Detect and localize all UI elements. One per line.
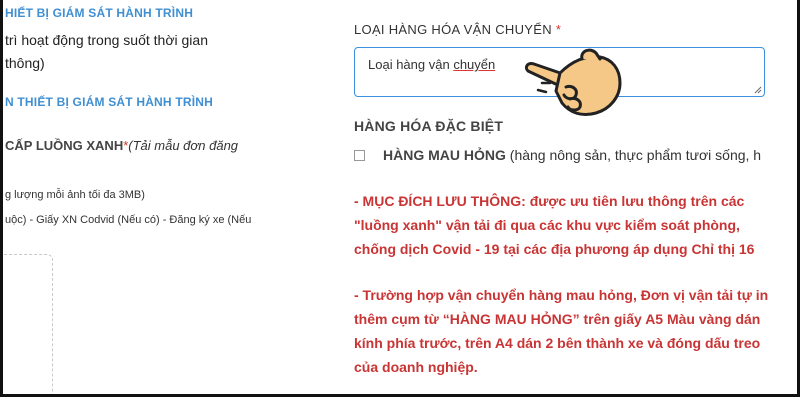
cargo-value-text: Loại hàng vận (368, 57, 450, 72)
section-heading-tracking-device-image: N THIẾT BỊ GIÁM SÁT HÀNH TRÌNH (5, 95, 213, 109)
resize-handle-icon[interactable] (754, 86, 762, 94)
section-heading-tracking-device: HIẾT BỊ GIÁM SÁT HÀNH TRÌNH (5, 6, 194, 20)
perishable-checkbox-label[interactable]: HÀNG MAU HỎNG (hàng nông sản, thực phẩm … (383, 147, 761, 163)
circulation-purpose-note: - MỤC ĐÍCH LƯU THÔNG: được ưu tiên lưu t… (354, 193, 755, 257)
perishable-label-bold: HÀNG MAU HỎNG (383, 147, 506, 163)
description-line: trì hoạt động trong suốt thời gian (5, 32, 208, 48)
upload-hint: g lượng mỗi ảnh tối đa 3MB) (5, 189, 145, 201)
description-line: thông) (5, 55, 45, 71)
download-form-link[interactable]: (Tải mẫu đơn đăng (128, 138, 238, 153)
perishable-checkbox[interactable] (354, 150, 365, 161)
upload-dropzone[interactable] (3, 254, 53, 394)
perishable-instruction-note: - Trường hợp vận chuyển hàng mau hỏng, Đ… (354, 287, 769, 375)
cargo-type-value: Loại hàng vận chuyển (368, 57, 495, 72)
left-form-column: HIẾT BỊ GIÁM SÁT HÀNH TRÌNH trì hoạt độn… (3, 0, 333, 394)
special-cargo-heading: HÀNG HÓA ĐẶC BIỆT (354, 118, 504, 134)
perishable-label-detail: (hàng nông sản, thực phẩm tươi sống, h (509, 147, 762, 163)
required-documents-hint: uộc) - Giấy XN Codvid (Nếu có) - Đăng ký… (5, 214, 252, 226)
green-lane-label: CẤP LUỒNG XANH (5, 138, 124, 153)
spellcheck-underlined-word: chuyển (453, 57, 496, 72)
pointing-hand-icon (524, 48, 622, 117)
green-lane-heading: CẤP LUỒNG XANH*(Tải mẫu đơn đăng (5, 138, 238, 153)
